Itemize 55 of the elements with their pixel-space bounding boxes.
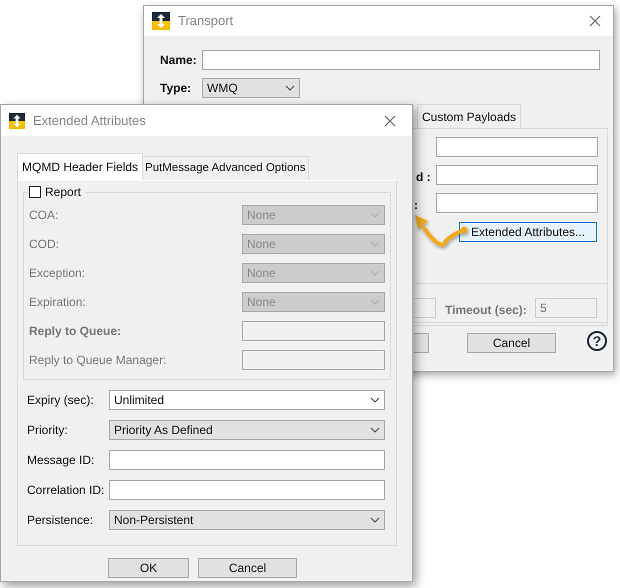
- chevron-down-icon: [285, 85, 295, 91]
- field-label: d :: [416, 169, 431, 186]
- dialog-button[interactable]: Cancel: [198, 558, 297, 578]
- app-logo-icon: [9, 112, 25, 128]
- window-title: Extended Attributes: [33, 112, 146, 130]
- checkbox-label: Report: [45, 184, 82, 201]
- chevron-down-icon: [370, 397, 380, 403]
- chevron-down-icon: [370, 270, 380, 276]
- field-label: Name:: [160, 52, 194, 69]
- field-label: Priority:: [27, 422, 69, 439]
- field-label: Reply to Queue Manager:: [29, 352, 168, 369]
- dropdown[interactable]: Non-Persistent: [109, 510, 385, 530]
- field-label: Persistence:: [27, 512, 94, 529]
- close-icon[interactable]: [589, 15, 601, 27]
- field-label: Expiry (sec):: [27, 392, 95, 409]
- tab[interactable]: PutMessage Advanced Options: [143, 156, 308, 180]
- field-label: Exception:: [29, 265, 86, 282]
- field-label: COA:: [29, 207, 60, 224]
- text-field[interactable]: [109, 450, 385, 470]
- window-title: Transport: [178, 12, 234, 30]
- dropdown[interactable]: Priority As Defined: [109, 420, 385, 440]
- text-field[interactable]: [414, 298, 436, 318]
- dialog-button[interactable]: OK: [108, 558, 189, 578]
- field-label: Correlation ID:: [27, 482, 106, 499]
- type-dropdown[interactable]: WMQ: [202, 78, 300, 98]
- chevron-down-icon: [370, 427, 380, 433]
- help-button[interactable]: ?: [587, 331, 607, 351]
- chevron-down-icon: [370, 299, 380, 305]
- text-field[interactable]: [436, 193, 598, 213]
- chevron-down-icon: [370, 517, 380, 523]
- tab[interactable]: Custom Payloads: [422, 108, 516, 126]
- cancel-button[interactable]: Cancel: [467, 333, 556, 353]
- close-icon[interactable]: [384, 114, 396, 126]
- timeout-field[interactable]: 5: [535, 298, 597, 318]
- field-label: COD:: [29, 236, 60, 253]
- tab[interactable]: MQMD Header Fields: [17, 153, 144, 180]
- name-field[interactable]: [202, 50, 600, 70]
- field-label: Reply to Queue:: [29, 323, 122, 340]
- text-field[interactable]: [109, 480, 385, 500]
- field-label: :: [414, 197, 418, 214]
- chevron-down-icon: [370, 241, 380, 247]
- chevron-down-icon: [370, 212, 380, 218]
- field-label: Message ID:: [27, 452, 96, 469]
- pointer-arrow: [415, 215, 468, 247]
- dropdown[interactable]: Unlimited: [109, 390, 385, 410]
- report-checkbox[interactable]: [29, 186, 41, 198]
- app-logo-icon: [152, 12, 170, 30]
- extended-attributes-button[interactable]: Extended Attributes...: [459, 222, 597, 242]
- field-value: 5: [540, 300, 547, 317]
- button[interactable]: [414, 333, 429, 353]
- field-label: Timeout (sec):: [445, 302, 527, 319]
- field-label: Expiration:: [29, 294, 87, 311]
- text-field[interactable]: [436, 165, 598, 185]
- text-field[interactable]: [436, 137, 598, 157]
- field-label: Type:: [160, 80, 192, 97]
